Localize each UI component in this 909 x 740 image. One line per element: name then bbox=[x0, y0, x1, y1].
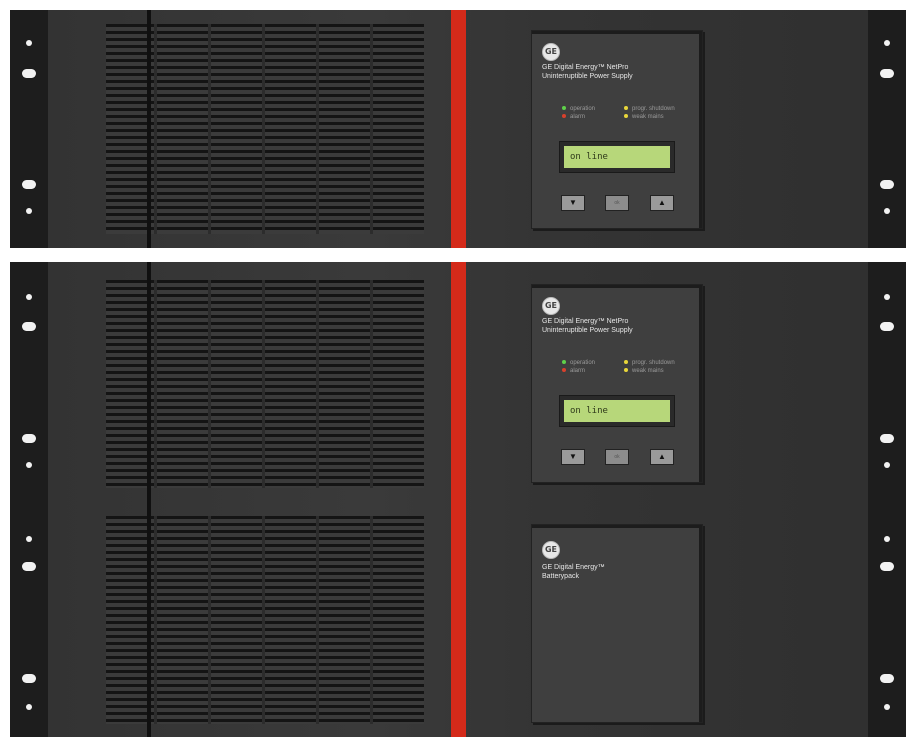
led-yellow-icon bbox=[624, 368, 628, 373]
rack-mount-slot bbox=[880, 674, 894, 683]
rack-screw-hole bbox=[884, 462, 890, 468]
lcd-text: on line bbox=[564, 400, 670, 422]
rack-mount-slot bbox=[880, 562, 894, 571]
status-operation: operation bbox=[562, 359, 595, 367]
rack-mount-slot bbox=[880, 180, 894, 189]
brand-line-1: GE Digital Energy™ bbox=[542, 564, 605, 571]
brand-line-2: Uninterruptible Power Supply bbox=[542, 327, 633, 334]
ventilation-grille bbox=[106, 24, 424, 234]
rack-screw-hole bbox=[884, 704, 890, 710]
control-panel: GE GE Digital Energy™ NetPro Uninterrupt… bbox=[531, 284, 703, 483]
rack-ear-left bbox=[10, 502, 48, 737]
ok-button[interactable]: ok bbox=[605, 449, 629, 465]
led-green-icon bbox=[562, 360, 566, 365]
rack-ear-left bbox=[10, 262, 48, 502]
status-operation: operation bbox=[562, 105, 595, 113]
ups-unit-top: GE GE Digital Energy™ NetPro Uninterrupt… bbox=[10, 10, 906, 248]
rack-mount-slot bbox=[880, 434, 894, 443]
status-column-left: operation alarm bbox=[562, 105, 595, 121]
status-column-right: progr. shutdown weak mains bbox=[624, 105, 675, 121]
battery-pack-unit: GE GE Digital Energy™ Batterypack bbox=[10, 502, 906, 737]
rack-screw-hole bbox=[26, 704, 32, 710]
lcd-text: on line bbox=[564, 146, 670, 168]
ge-logo-icon: GE bbox=[542, 43, 560, 61]
rack-ear-right bbox=[868, 10, 906, 248]
power-cable bbox=[147, 262, 151, 502]
led-red-icon bbox=[562, 368, 566, 373]
ventilation-grille bbox=[106, 280, 424, 488]
rack-mount-slot bbox=[22, 322, 36, 331]
rack-screw-hole bbox=[26, 208, 32, 214]
power-cable bbox=[147, 10, 151, 248]
rack-ear-right bbox=[868, 502, 906, 737]
rack-mount-slot bbox=[880, 322, 894, 331]
rack-screw-hole bbox=[26, 40, 32, 46]
control-panel: GE GE Digital Energy™ NetPro Uninterrupt… bbox=[531, 30, 703, 229]
rack-screw-hole bbox=[884, 294, 890, 300]
brand-line-1: GE Digital Energy™ NetPro bbox=[542, 318, 629, 325]
rack-ear-left bbox=[10, 10, 48, 248]
status-column-left: operation alarm bbox=[562, 359, 595, 375]
brand-text: GE Digital Energy™ NetPro Uninterruptibl… bbox=[542, 317, 633, 335]
rack-mount-slot bbox=[22, 562, 36, 571]
accent-stripe bbox=[451, 502, 466, 737]
rack-screw-hole bbox=[26, 536, 32, 542]
accent-stripe bbox=[451, 262, 466, 502]
ge-logo-icon: GE bbox=[542, 297, 560, 315]
status-column-right: progr. shutdown weak mains bbox=[624, 359, 675, 375]
status-prog-shutdown: progr. shutdown bbox=[624, 105, 675, 113]
up-button[interactable]: ▲ bbox=[650, 195, 674, 211]
accent-stripe bbox=[451, 10, 466, 248]
brand-text: GE Digital Energy™ Batterypack bbox=[542, 563, 605, 581]
led-yellow-icon bbox=[624, 106, 628, 111]
up-button[interactable]: ▲ bbox=[650, 449, 674, 465]
brand-line-1: GE Digital Energy™ NetPro bbox=[542, 64, 629, 71]
rack-mount-slot bbox=[22, 674, 36, 683]
led-yellow-icon bbox=[624, 114, 628, 119]
status-alarm: alarm bbox=[562, 367, 595, 375]
brand-text: GE Digital Energy™ NetPro Uninterruptibl… bbox=[542, 63, 633, 81]
rack-ear-right bbox=[868, 262, 906, 502]
rack-screw-hole bbox=[884, 536, 890, 542]
led-green-icon bbox=[562, 106, 566, 111]
lcd-display: on line bbox=[559, 141, 675, 173]
status-weak-mains: weak mains bbox=[624, 367, 675, 375]
lcd-display: on line bbox=[559, 395, 675, 427]
brand-line-2: Uninterruptible Power Supply bbox=[542, 73, 633, 80]
led-yellow-icon bbox=[624, 360, 628, 365]
rack-screw-hole bbox=[26, 294, 32, 300]
status-alarm: alarm bbox=[562, 113, 595, 121]
front-cover-panel: GE GE Digital Energy™ Batterypack bbox=[531, 524, 703, 723]
rack-screw-hole bbox=[884, 208, 890, 214]
down-button[interactable]: ▼ bbox=[561, 195, 585, 211]
rack-mount-slot bbox=[22, 180, 36, 189]
ventilation-grille bbox=[106, 516, 424, 724]
ups-unit-middle: GE GE Digital Energy™ NetPro Uninterrupt… bbox=[10, 262, 906, 502]
rack-mount-slot bbox=[22, 434, 36, 443]
led-red-icon bbox=[562, 114, 566, 119]
rack-mount-slot bbox=[880, 69, 894, 78]
status-prog-shutdown: progr. shutdown bbox=[624, 359, 675, 367]
rack-screw-hole bbox=[26, 462, 32, 468]
power-cable bbox=[147, 502, 151, 737]
rack-screw-hole bbox=[884, 40, 890, 46]
status-weak-mains: weak mains bbox=[624, 113, 675, 121]
ok-button[interactable]: ok bbox=[605, 195, 629, 211]
down-button[interactable]: ▼ bbox=[561, 449, 585, 465]
rack-mount-slot bbox=[22, 69, 36, 78]
brand-line-2: Batterypack bbox=[542, 573, 579, 580]
ge-logo-icon: GE bbox=[542, 541, 560, 559]
